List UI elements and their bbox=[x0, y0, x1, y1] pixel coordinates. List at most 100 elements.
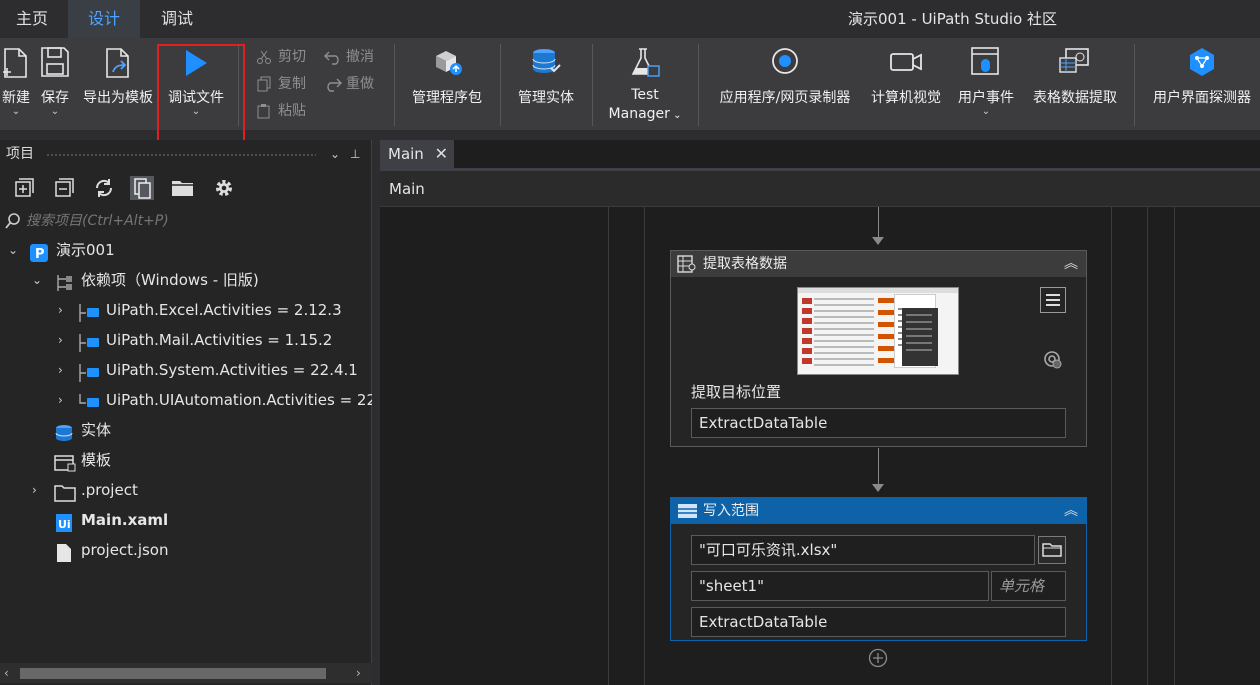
computer-vision-button[interactable]: 计算机视觉 bbox=[864, 38, 948, 130]
chevron-down-icon[interactable]: ⌄ bbox=[8, 235, 18, 265]
workflow-canvas[interactable]: 提取表格数据 ︽ 提取目标位置 ExtractDataTable 写入范围 ︽ … bbox=[380, 207, 1260, 685]
panel-dropdown-icon[interactable]: ⌄ bbox=[330, 140, 340, 168]
horizontal-scrollbar[interactable]: ‹ › bbox=[0, 663, 372, 683]
sheet-name-field[interactable]: "sheet1" bbox=[691, 571, 989, 601]
extract-table-activity[interactable]: 提取表格数据 ︽ 提取目标位置 ExtractDataTable bbox=[670, 250, 1087, 447]
chevron-right-icon[interactable]: › bbox=[58, 385, 63, 415]
chevron-right-icon[interactable]: › bbox=[58, 355, 63, 385]
pin-icon[interactable]: ⊥ bbox=[350, 140, 360, 168]
save-button[interactable]: 保存 ⌄ bbox=[38, 38, 72, 130]
chevron-down-icon[interactable]: ⌄ bbox=[32, 265, 42, 295]
entities-label: 实体 bbox=[81, 421, 112, 439]
paste-icon bbox=[256, 103, 272, 126]
tree-item-dependency[interactable]: › UiPath.Mail.Activities = 1.15.2 bbox=[0, 325, 372, 355]
chevron-right-icon[interactable]: › bbox=[58, 325, 63, 355]
chevron-down-icon[interactable]: ⌄ bbox=[38, 106, 72, 117]
collapse-icon[interactable]: ︽ bbox=[1064, 251, 1078, 277]
collapse-icon[interactable]: ︽ bbox=[1064, 498, 1078, 524]
add-activity-icon[interactable] bbox=[868, 648, 888, 672]
dependency-label: UiPath.Mail.Activities = 1.15.2 bbox=[106, 331, 333, 349]
chevron-right-icon[interactable]: › bbox=[32, 475, 37, 505]
collapse-all-icon[interactable] bbox=[52, 176, 76, 200]
chevron-down-icon[interactable]: ⌄ bbox=[670, 110, 681, 121]
manage-entities-button[interactable]: 管理实体 bbox=[508, 38, 584, 130]
dependencies-label: 依赖项（Windows - 旧版) bbox=[81, 271, 259, 289]
browse-folder-button[interactable] bbox=[1038, 536, 1066, 564]
tree-item-project-json[interactable]: project.json bbox=[0, 535, 372, 565]
templates-label: 模板 bbox=[81, 451, 112, 469]
tree-item-dependency[interactable]: › UiPath.UIAutomation.Activities = 22. bbox=[0, 385, 372, 415]
scrollbar-thumb[interactable] bbox=[20, 668, 326, 679]
tree-item-dependency[interactable]: › UiPath.Excel.Activities = 2.12.3 bbox=[0, 295, 372, 325]
cell-field[interactable]: 单元格 bbox=[991, 571, 1066, 601]
undo-label: 撤消 bbox=[346, 49, 374, 65]
flow-connector bbox=[878, 448, 879, 484]
debug-file-highlight bbox=[157, 44, 245, 142]
tree-item-project-folder[interactable]: › .project bbox=[0, 475, 372, 505]
menu-icon[interactable] bbox=[1040, 287, 1066, 313]
paste-button[interactable]: 粘贴 bbox=[254, 100, 306, 122]
chevron-down-icon[interactable]: ⌄ bbox=[0, 106, 32, 117]
chevron-down-icon[interactable]: ⌄ bbox=[950, 106, 1022, 117]
app-web-recorder-button[interactable]: 应用程序/网页录制器 bbox=[708, 38, 862, 130]
user-events-button[interactable]: 用户事件 ⌄ bbox=[950, 38, 1022, 130]
target-label: 提取目标位置 bbox=[691, 383, 782, 401]
ui-explorer-button[interactable]: 用户界面探测器 bbox=[1146, 38, 1258, 130]
save-icon bbox=[40, 46, 70, 82]
datatable-field[interactable]: ExtractDataTable bbox=[691, 607, 1066, 637]
document-tab-main[interactable]: Main ✕ bbox=[380, 140, 454, 168]
title-bar: 主页 设计 调试 演示001 - UiPath Studio 社区 bbox=[0, 0, 1260, 38]
refresh-icon[interactable] bbox=[92, 176, 116, 200]
table-extract-icon bbox=[1058, 46, 1092, 80]
separator bbox=[500, 44, 501, 126]
ui-explorer-label: 用户界面探测器 bbox=[1153, 90, 1251, 106]
activity-title: 写入范围 bbox=[703, 503, 759, 519]
redo-button[interactable]: 重做 bbox=[322, 73, 374, 95]
table-extraction-button[interactable]: 表格数据提取 bbox=[1026, 38, 1124, 130]
expand-all-icon[interactable] bbox=[12, 176, 36, 200]
workbook-path-field[interactable]: "可口可乐资讯.xlsx" bbox=[691, 535, 1035, 565]
file-icon bbox=[56, 542, 72, 572]
new-button[interactable]: 新建 ⌄ bbox=[0, 38, 32, 130]
undo-button[interactable]: 撤消 bbox=[322, 46, 374, 68]
write-range-icon bbox=[677, 502, 699, 529]
scroll-left-icon[interactable]: ‹ bbox=[4, 663, 9, 683]
tree-item-entities[interactable]: 实体 bbox=[0, 415, 372, 445]
tree-item-templates[interactable]: 模板 bbox=[0, 445, 372, 475]
breadcrumb-label[interactable]: Main bbox=[389, 180, 425, 198]
tab-design[interactable]: 设计 bbox=[68, 0, 140, 38]
manage-entities-label: 管理实体 bbox=[518, 90, 574, 106]
svg-text:P: P bbox=[35, 247, 45, 262]
tree-root[interactable]: ⌄ P 演示001 bbox=[0, 235, 372, 265]
activity-header[interactable]: 提取表格数据 ︽ bbox=[671, 251, 1086, 277]
dependency-label: UiPath.System.Activities = 22.4.1 bbox=[106, 361, 358, 379]
scroll-right-icon[interactable]: › bbox=[356, 663, 361, 683]
tab-home[interactable]: 主页 bbox=[0, 0, 64, 38]
package-icon bbox=[78, 392, 102, 415]
project-json-label: project.json bbox=[81, 541, 169, 559]
activity-title: 提取表格数据 bbox=[703, 256, 787, 272]
chevron-right-icon[interactable]: › bbox=[58, 295, 63, 325]
export-template-button[interactable]: 导出为模板 bbox=[78, 38, 158, 130]
gear-icon[interactable] bbox=[212, 176, 236, 200]
project-search bbox=[0, 208, 372, 234]
redo-label: 重做 bbox=[346, 76, 374, 92]
show-all-files-icon[interactable] bbox=[130, 176, 154, 200]
open-folder-icon[interactable] bbox=[170, 176, 194, 200]
close-icon[interactable]: ✕ bbox=[435, 140, 448, 168]
tab-debug[interactable]: 调试 bbox=[142, 0, 212, 38]
target-screenshot-thumbnail[interactable] bbox=[797, 287, 959, 375]
packages-icon bbox=[430, 46, 464, 82]
write-range-activity[interactable]: 写入范围 ︽ "可口可乐资讯.xlsx" "sheet1" 单元格 Extrac… bbox=[670, 497, 1087, 641]
extract-target-field[interactable]: ExtractDataTable bbox=[691, 408, 1066, 438]
activity-header[interactable]: 写入范围 ︽ bbox=[671, 498, 1086, 524]
copy-button[interactable]: 复制 bbox=[254, 73, 306, 95]
test-manager-button[interactable]: Test Manager ⌄ bbox=[600, 38, 690, 130]
target-icon[interactable] bbox=[1042, 349, 1064, 375]
tree-item-dependencies[interactable]: ⌄ 依赖项（Windows - 旧版) bbox=[0, 265, 372, 295]
tree-item-dependency[interactable]: › UiPath.System.Activities = 22.4.1 bbox=[0, 355, 372, 385]
search-input[interactable] bbox=[26, 210, 356, 232]
cut-button[interactable]: 剪切 bbox=[254, 46, 306, 68]
manage-packages-button[interactable]: 管理程序包 bbox=[404, 38, 490, 130]
tree-item-main-xaml[interactable]: Ui Main.xaml bbox=[0, 505, 372, 535]
